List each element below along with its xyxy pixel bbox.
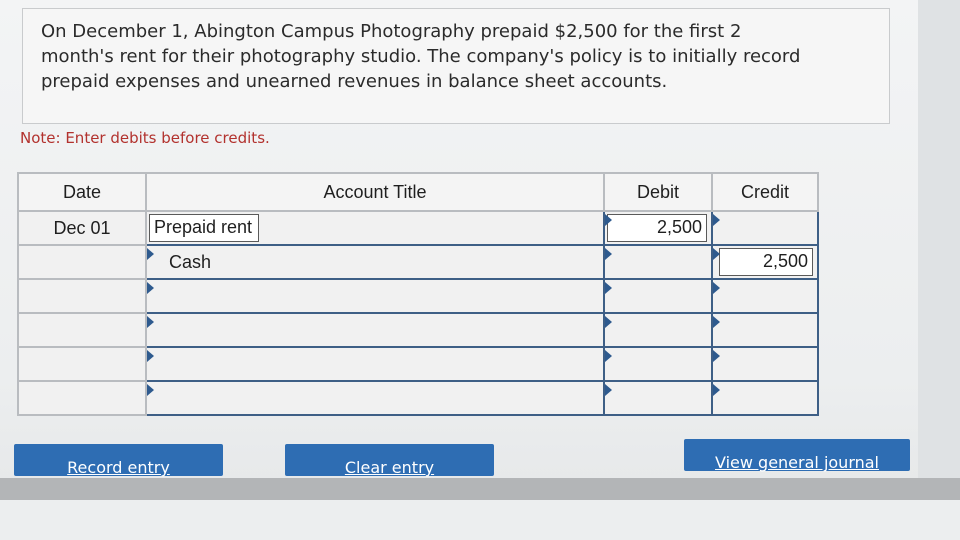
table-row [17, 312, 819, 348]
debit-cell[interactable] [603, 312, 713, 348]
account-cell[interactable]: Cash [145, 244, 605, 280]
table-row: Dec 01 Prepaid rent 2,500 [17, 210, 819, 246]
field-marker-icon [147, 282, 154, 294]
debit-cell[interactable] [603, 244, 713, 280]
field-marker-icon [713, 384, 720, 396]
field-marker-icon [713, 248, 720, 260]
table-row [17, 380, 819, 416]
bottom-bar [0, 478, 960, 500]
field-marker-icon [605, 384, 612, 396]
field-marker-icon [605, 350, 612, 362]
field-marker-icon [147, 384, 154, 396]
field-marker-icon [713, 316, 720, 328]
field-marker-icon [605, 214, 612, 226]
credit-cell[interactable] [711, 380, 819, 416]
account-cell[interactable] [145, 278, 605, 314]
date-cell [17, 244, 147, 280]
credit-cell[interactable] [711, 312, 819, 348]
clear-entry-button[interactable]: Clear entry [285, 444, 494, 477]
header-debit: Debit [603, 172, 713, 212]
debit-cell[interactable] [603, 380, 713, 416]
problem-statement: On December 1, Abington Campus Photograp… [22, 8, 890, 124]
table-header-row: Date Account Title Debit Credit [17, 172, 819, 212]
credit-cell[interactable]: 2,500 [711, 244, 819, 280]
field-marker-icon [147, 248, 154, 260]
header-date: Date [17, 172, 147, 212]
table-row [17, 346, 819, 382]
credit-cell[interactable] [711, 346, 819, 382]
account-input[interactable]: Prepaid rent [149, 214, 259, 242]
field-marker-icon [147, 316, 154, 328]
field-marker-icon [147, 350, 154, 362]
page: On December 1, Abington Campus Photograp… [0, 0, 960, 540]
problem-text: On December 1, Abington Campus Photograp… [41, 21, 801, 92]
date-value: Dec 01 [53, 217, 111, 238]
header-credit: Credit [711, 172, 819, 212]
header-account-title: Account Title [145, 172, 605, 212]
field-marker-icon [713, 214, 720, 226]
date-cell [17, 312, 147, 348]
date-cell [17, 346, 147, 382]
date-cell: Dec 01 [17, 210, 147, 246]
credit-cell[interactable] [711, 278, 819, 314]
field-marker-icon [605, 248, 612, 260]
debit-cell[interactable]: 2,500 [603, 210, 713, 246]
field-marker-icon [713, 282, 720, 294]
table-row [17, 278, 819, 314]
account-cell[interactable] [145, 346, 605, 382]
field-marker-icon [605, 282, 612, 294]
account-cell[interactable] [145, 312, 605, 348]
field-marker-icon [713, 350, 720, 362]
debit-input[interactable]: 2,500 [607, 214, 707, 242]
journal-entry-table: Date Account Title Debit Credit Dec 01 P… [17, 172, 819, 416]
date-cell [17, 380, 147, 416]
debit-cell[interactable] [603, 278, 713, 314]
record-entry-button[interactable]: Record entry [14, 444, 223, 477]
table-row: Cash 2,500 [17, 244, 819, 280]
account-input[interactable]: Cash [147, 252, 211, 272]
page-edge [918, 0, 960, 540]
account-cell[interactable]: Prepaid rent [145, 210, 605, 246]
date-cell [17, 278, 147, 314]
field-marker-icon [605, 316, 612, 328]
credit-cell[interactable] [711, 210, 819, 246]
instruction-note: Note: Enter debits before credits. [20, 129, 270, 147]
account-cell[interactable] [145, 380, 605, 416]
bottom-strip [0, 500, 960, 540]
view-general-journal-button[interactable]: View general journal [684, 439, 910, 472]
credit-input[interactable]: 2,500 [719, 248, 813, 276]
debit-cell[interactable] [603, 346, 713, 382]
